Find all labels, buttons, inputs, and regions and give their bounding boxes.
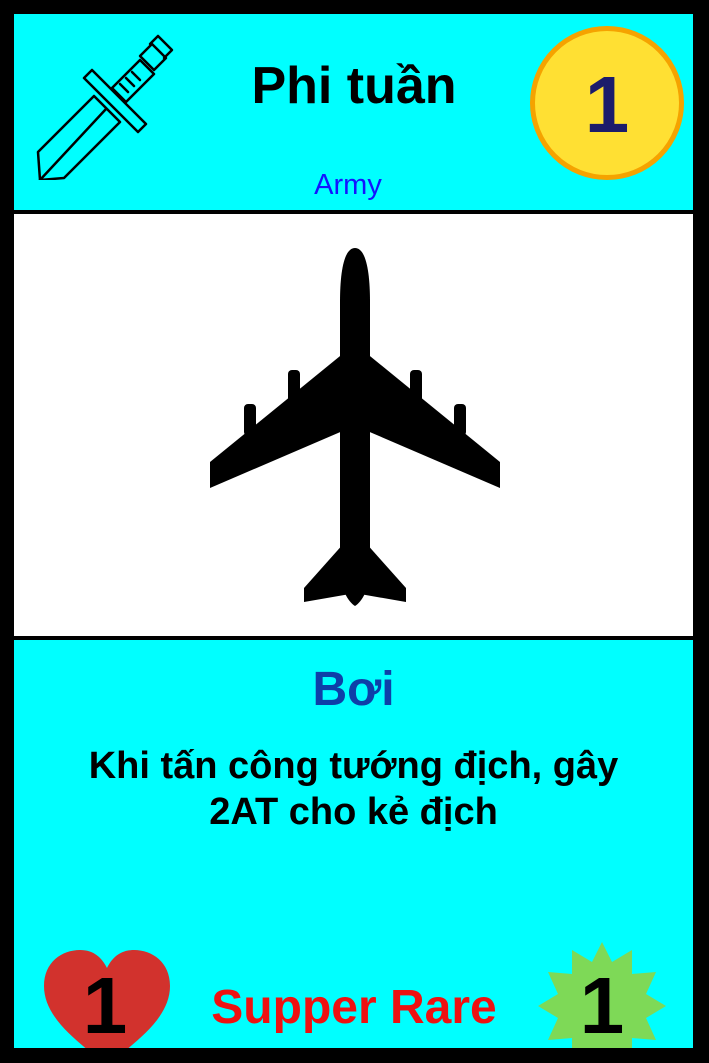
sword-icon — [36, 34, 174, 180]
ability-description: Khi tấn công tướng địch, gây 2AT cho kẻ … — [44, 744, 663, 835]
ability-line-2: 2AT cho kẻ địch — [209, 790, 498, 833]
attack-value: 1 — [579, 961, 625, 1048]
rarity-label: Supper Rare — [211, 981, 497, 1034]
cost-value: 1 — [584, 60, 630, 149]
card-body: Bơi Khi tấn công tướng địch, gây 2AT cho… — [14, 640, 693, 1048]
airplane-icon — [210, 248, 500, 606]
game-card[interactable]: Phi tuần Army 1 Bơi Khi tấn công tướng đ… — [0, 0, 709, 1063]
card-header: Phi tuần Army 1 — [14, 14, 693, 210]
health-value: 1 — [82, 961, 128, 1048]
ability-line-1: Khi tấn công tướng địch, gây — [88, 745, 619, 787]
cost-coin: 1 — [530, 26, 684, 180]
ability-name: Bơi — [312, 663, 395, 716]
card-art — [14, 214, 693, 636]
card-type: Army — [314, 169, 382, 201]
card-name: Phi tuần — [251, 57, 457, 115]
